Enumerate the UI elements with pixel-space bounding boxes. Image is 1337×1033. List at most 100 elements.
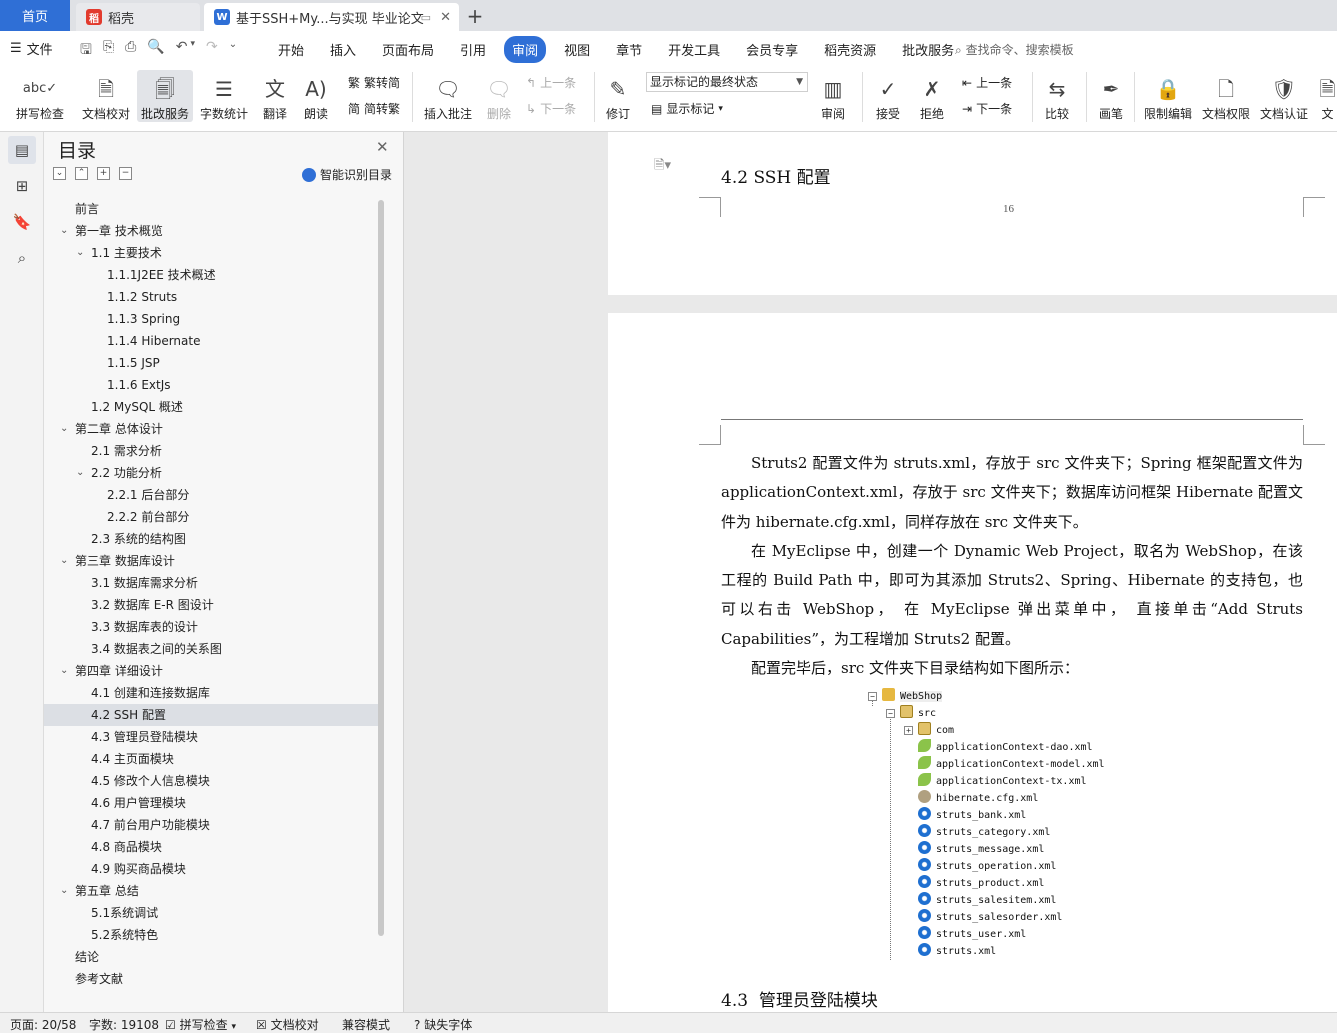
compare-button[interactable]: ⇆ 比较 — [1038, 70, 1076, 122]
translate-button[interactable]: 文 翻译 — [256, 70, 294, 122]
menu-page-layout[interactable]: 页面布局 — [374, 36, 442, 63]
menu-view[interactable]: 视图 — [556, 36, 598, 63]
toc-scrollbar[interactable] — [378, 200, 384, 936]
toc-item[interactable]: 1.1.1J2EE 技术概述 — [44, 264, 384, 286]
toc-item[interactable]: 参考文献 — [44, 968, 384, 990]
toc-item[interactable]: 前言 — [44, 198, 384, 220]
toc-item[interactable]: 3.3 数据库表的设计 — [44, 616, 384, 638]
new-tab-button[interactable]: + — [462, 3, 488, 29]
search-icon[interactable]: ⌕ — [8, 244, 36, 272]
doc-cert-button[interactable]: 🛡 文档认证 — [1258, 70, 1310, 122]
collapse-up-icon[interactable]: ⌃ — [75, 167, 88, 180]
toc-item[interactable]: 4.5 修改个人信息模块 — [44, 770, 384, 792]
tab-docer[interactable]: 稻 稻壳 — [76, 3, 200, 31]
doc-permission-button[interactable]: 🗋 文档权限 — [1200, 70, 1252, 122]
word-count-button[interactable]: ☰ 字数统计 — [198, 70, 250, 122]
spellcheck-status[interactable]: ☑ 拼写检查 ▾ — [165, 1016, 236, 1033]
spellcheck-button[interactable]: abc✓ 拼写检查 — [10, 70, 70, 122]
toc-item[interactable]: 2.2.2 前台部分 — [44, 506, 384, 528]
toc-item[interactable]: 1.1.4 Hibernate — [44, 330, 384, 352]
toc-item[interactable]: 4.1 创建和连接数据库 — [44, 682, 384, 704]
undo-icon[interactable]: ↶ — [176, 39, 188, 63]
toc-item[interactable]: ⌄ 第四章 详细设计 — [44, 660, 384, 682]
ink-button[interactable]: ✒ 画笔 — [1094, 70, 1128, 122]
bookmark-icon[interactable]: 🔖 — [8, 208, 36, 236]
menu-docer-resources[interactable]: 稻壳资源 — [816, 36, 884, 63]
toc-item[interactable]: 1.1.3 Spring — [44, 308, 384, 330]
print-preview-icon[interactable]: 🔍 — [147, 39, 164, 63]
restrict-edit-button[interactable]: 🔒 限制编辑 — [1142, 70, 1194, 122]
save-icon[interactable]: 🖫 — [80, 39, 92, 63]
toc-item[interactable]: ⌄ 第一章 技术概览 — [44, 220, 384, 242]
read-aloud-button[interactable]: A) 朗读 — [300, 70, 332, 122]
show-markup-button[interactable]: ▤ 显示标记 ▾ — [651, 100, 723, 117]
toc-item[interactable]: 3.2 数据库 E-R 图设计 — [44, 594, 384, 616]
ribbon-overflow-button[interactable]: 🗎 文 — [1318, 70, 1337, 122]
menu-insert[interactable]: 插入 — [322, 36, 364, 63]
toc-item[interactable]: ⌄ 第三章 数据库设计 — [44, 550, 384, 572]
track-changes-button[interactable]: ✎ 修订 — [600, 70, 636, 122]
toc-item[interactable]: 5.1系统调试 — [44, 902, 384, 924]
doc-proof-button[interactable]: 🗎 文档校对 — [80, 70, 132, 122]
proof-status[interactable]: ☒ 文档校对 — [256, 1016, 319, 1033]
chevron-down-icon[interactable]: ⌄ — [76, 462, 84, 484]
toc-item[interactable]: 2.1 需求分析 — [44, 440, 384, 462]
toc-item[interactable]: 4.2 SSH 配置 — [44, 704, 384, 726]
close-icon[interactable]: ✕ — [376, 138, 389, 156]
chevron-down-icon[interactable]: ⌄ — [60, 220, 68, 242]
toc-item[interactable]: 1.1.2 Struts — [44, 286, 384, 308]
collapse-all-icon[interactable]: − — [119, 167, 132, 180]
prev-comment-button[interactable]: ↰ 上一条 — [526, 74, 576, 91]
toc-item[interactable]: 4.7 前台用户功能模块 — [44, 814, 384, 836]
next-comment-button[interactable]: ↳ 下一条 — [526, 100, 576, 117]
next-change-button[interactable]: ⇥ 下一条 — [962, 100, 1012, 117]
chevron-down-icon[interactable]: ⌄ — [60, 418, 68, 440]
page-indicator[interactable]: 页面: 20/58 — [10, 1016, 76, 1033]
reject-button[interactable]: ✗ 拒绝 — [914, 70, 950, 122]
doc-mode-icon[interactable]: 🗎▾ — [654, 156, 671, 178]
command-search[interactable]: ⌕ 查找命令、搜索模板 — [955, 41, 1074, 58]
toc-item[interactable]: ⌄ 2.2 功能分析 — [44, 462, 384, 484]
toc-item[interactable]: 2.3 系统的结构图 — [44, 528, 384, 550]
menu-start[interactable]: 开始 — [270, 36, 312, 63]
undo-dropdown-icon[interactable]: ▾ — [191, 39, 196, 63]
toc-item[interactable]: 5.2系统特色 — [44, 924, 384, 946]
toc-item[interactable]: 1.1.5 JSP — [44, 352, 384, 374]
chevron-down-icon[interactable]: ⌄ — [60, 660, 68, 682]
menu-references[interactable]: 引用 — [452, 36, 494, 63]
expand-all-icon[interactable]: + — [97, 167, 110, 180]
toc-item[interactable]: 4.8 商品模块 — [44, 836, 384, 858]
close-icon[interactable]: ✕ — [440, 10, 451, 25]
toc-item[interactable]: ⌄ 1.1 主要技术 — [44, 242, 384, 264]
toc-item[interactable]: 3.1 数据库需求分析 — [44, 572, 384, 594]
to-traditional-button[interactable]: 繁 繁转简 — [348, 74, 400, 91]
to-simplified-button[interactable]: 简 简转繁 — [348, 100, 400, 117]
export-pdf-icon[interactable]: ⎘ — [103, 39, 114, 63]
tab-document[interactable]: W 基于SSH+My...与实现 毕业论文 ▭ ✕ — [204, 3, 459, 31]
delete-comment-button[interactable]: 🗨 删除 — [480, 70, 518, 122]
markup-state-select[interactable]: 显示标记的最终状态 ▼ — [646, 72, 808, 92]
smart-toc-button[interactable]: 智能识别目录 — [302, 166, 392, 183]
toc-item[interactable]: 4.4 主页面模块 — [44, 748, 384, 770]
menu-developer[interactable]: 开发工具 — [660, 36, 728, 63]
toc-panel-icon[interactable]: ▤ — [8, 136, 36, 164]
chevron-down-icon[interactable]: ⌄ — [60, 880, 68, 902]
menu-section[interactable]: 章节 — [608, 36, 650, 63]
toc-item[interactable]: 1.2 MySQL 概述 — [44, 396, 384, 418]
chevron-down-icon[interactable]: ⌄ — [76, 242, 84, 264]
word-count-indicator[interactable]: 字数: 19108 — [89, 1016, 159, 1033]
print-icon[interactable]: ⎙ — [125, 39, 136, 63]
toc-item[interactable]: 4.6 用户管理模块 — [44, 792, 384, 814]
tab-home[interactable]: 首页 — [0, 0, 70, 31]
menu-member[interactable]: 会员专享 — [738, 36, 806, 63]
expand-down-icon[interactable]: ⌄ — [53, 167, 66, 180]
toc-item[interactable]: 4.3 管理员登陆模块 — [44, 726, 384, 748]
toc-item[interactable]: 1.1.6 ExtJs — [44, 374, 384, 396]
accept-button[interactable]: ✓ 接受 — [870, 70, 906, 122]
toc-item[interactable]: 4.9 购买商品模块 — [44, 858, 384, 880]
menu-review-service[interactable]: 批改服务 — [894, 36, 962, 63]
missing-font-status[interactable]: ? 缺失字体 — [414, 1016, 472, 1033]
more-icon[interactable]: ⌄ — [229, 39, 237, 63]
monitor-icon[interactable]: ▭ — [421, 11, 431, 24]
toc-item[interactable]: 结论 — [44, 946, 384, 968]
